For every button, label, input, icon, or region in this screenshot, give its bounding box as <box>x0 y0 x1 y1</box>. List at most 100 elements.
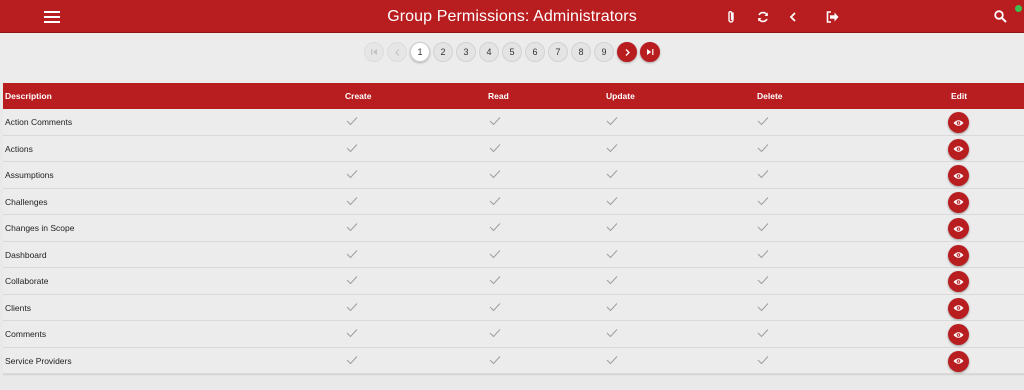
table-row: Collaborate <box>3 268 1024 295</box>
update-check-icon <box>606 276 618 285</box>
read-check-icon <box>489 249 501 258</box>
delete-check-icon <box>757 249 769 258</box>
search-button[interactable] <box>986 0 1014 33</box>
eye-icon <box>953 278 964 285</box>
delete-check-icon <box>757 117 769 126</box>
app-header: Group Permissions: Administrators <box>0 0 1024 33</box>
create-check-icon <box>346 170 358 179</box>
page-button-9[interactable]: 9 <box>594 42 614 62</box>
edit-button[interactable] <box>948 244 969 266</box>
first-page-button[interactable] <box>364 42 384 62</box>
prev-page-button[interactable] <box>387 42 407 62</box>
edit-button[interactable] <box>948 271 969 292</box>
create-check-icon <box>346 302 358 311</box>
update-check-icon <box>606 170 618 179</box>
edit-button[interactable] <box>948 297 969 319</box>
row-description: Actions <box>5 143 33 154</box>
row-description: Comments <box>5 329 47 339</box>
table-body: Action Comments Actions Assumptions Challen… <box>3 109 1024 374</box>
eye-icon <box>953 331 964 338</box>
delete-check-icon <box>757 223 769 232</box>
page-button-3[interactable]: 3 <box>456 42 476 62</box>
page-button-2[interactable]: 2 <box>433 42 453 62</box>
read-check-icon <box>489 143 501 152</box>
row-description: Action Comments <box>5 117 73 127</box>
table-row: Service Providers <box>3 347 1024 374</box>
update-check-icon <box>606 329 618 338</box>
edit-button[interactable] <box>948 350 969 372</box>
page-button-5[interactable]: 5 <box>502 42 522 62</box>
read-check-icon <box>489 223 501 232</box>
header-create: Create <box>345 91 372 101</box>
edit-button[interactable] <box>948 191 969 213</box>
attachment-icon <box>728 10 734 23</box>
create-check-icon <box>346 329 358 338</box>
pagination-bar: 1 2 3 4 5 6 7 8 9 <box>0 33 1024 83</box>
update-check-icon <box>606 249 618 258</box>
table-row: Dashboard <box>3 241 1024 268</box>
menu-button[interactable] <box>38 0 66 33</box>
eye-icon <box>953 252 964 258</box>
table-row: Action Comments <box>3 109 1024 136</box>
last-page-button[interactable] <box>640 42 660 62</box>
page-button-6[interactable]: 6 <box>525 42 545 62</box>
header-description: Description <box>5 91 52 101</box>
edit-button[interactable] <box>948 138 969 160</box>
delete-check-icon <box>757 276 769 285</box>
menu-icon <box>44 10 60 23</box>
read-check-icon <box>489 302 501 311</box>
row-description: Collaborate <box>5 276 49 286</box>
page-button-1[interactable]: 1 <box>410 42 430 62</box>
read-check-icon <box>489 117 501 126</box>
update-check-icon <box>606 143 618 152</box>
refresh-button[interactable] <box>749 0 777 33</box>
edit-button[interactable] <box>948 165 969 186</box>
table-row: Comments <box>3 321 1024 348</box>
table-row: Clients <box>3 294 1024 321</box>
delete-check-icon <box>757 196 769 205</box>
table-bottom-shadow <box>3 374 1024 376</box>
logout-icon <box>826 10 838 23</box>
read-check-icon <box>489 170 501 179</box>
next-page-button[interactable] <box>617 42 637 62</box>
row-description: Service Providers <box>5 355 72 366</box>
header-read: Read <box>488 91 509 101</box>
read-check-icon <box>489 196 501 205</box>
header-delete: Delete <box>757 91 783 101</box>
logout-button[interactable] <box>818 0 846 33</box>
attachment-button[interactable] <box>717 0 745 33</box>
back-button[interactable] <box>779 0 807 33</box>
eye-icon <box>953 119 964 126</box>
table-row: Actions <box>3 135 1024 162</box>
delete-check-icon <box>757 143 769 152</box>
read-check-icon <box>489 355 501 364</box>
page-button-7[interactable]: 7 <box>548 42 568 62</box>
table-row: Assumptions <box>3 162 1024 189</box>
page-button-8[interactable]: 8 <box>571 42 591 62</box>
delete-check-icon <box>757 170 769 179</box>
header-update: Update <box>606 91 635 101</box>
update-check-icon <box>606 196 618 205</box>
row-description: Changes in Scope <box>5 223 75 233</box>
header-edit: Edit <box>951 91 968 101</box>
eye-icon <box>953 199 964 205</box>
edit-button[interactable] <box>948 324 969 345</box>
create-check-icon <box>346 143 358 152</box>
update-check-icon <box>606 223 618 232</box>
eye-icon <box>953 146 964 152</box>
page-title: Group Permissions: Administrators <box>387 8 637 25</box>
create-check-icon <box>346 249 358 258</box>
pagination: 1 2 3 4 5 6 7 8 9 <box>364 42 660 64</box>
page-button-4[interactable]: 4 <box>479 42 499 62</box>
read-check-icon <box>489 329 501 338</box>
create-check-icon <box>346 196 358 205</box>
search-icon <box>993 10 1007 23</box>
update-check-icon <box>606 117 618 126</box>
online-status-indicator <box>1015 5 1022 12</box>
edit-button[interactable] <box>948 112 969 133</box>
create-check-icon <box>346 355 358 364</box>
edit-button[interactable] <box>948 218 969 239</box>
row-description: Dashboard <box>5 249 47 260</box>
last-page-icon <box>646 49 653 55</box>
prev-page-icon <box>394 48 399 56</box>
